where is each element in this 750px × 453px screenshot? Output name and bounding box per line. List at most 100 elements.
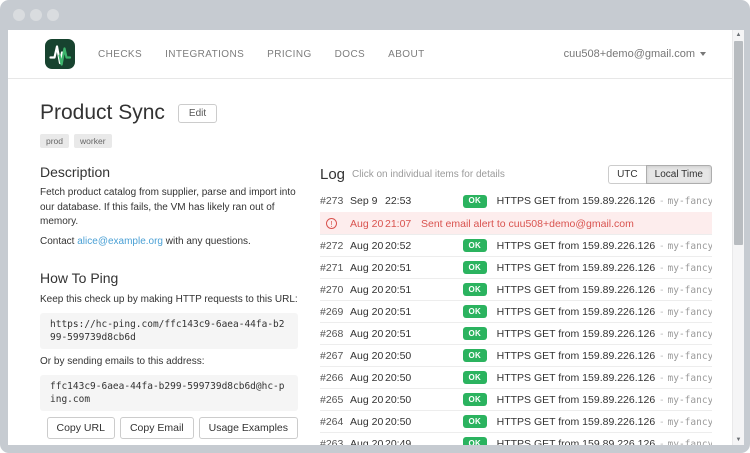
- log-detail: my-fancy-sy…: [668, 196, 712, 207]
- page-content: CHECKS INTEGRATIONS PRICING DOCS ABOUT c…: [8, 30, 732, 445]
- page-header: Product Sync Edit prod worker: [8, 79, 732, 149]
- ping-email-code: ffc143c9-6aea-44fa-b299-599739d8cb6d@hc-…: [40, 375, 298, 412]
- log-detail: my-fancy-sy…: [668, 351, 712, 362]
- pulse-logo-icon: [45, 39, 75, 69]
- log-separator: -: [660, 329, 663, 340]
- copy-email-button[interactable]: Copy Email: [120, 417, 194, 439]
- log-message: HTTPS GET from 159.89.226.126: [497, 306, 656, 318]
- account-menu[interactable]: cuu508+demo@gmail.com: [564, 48, 706, 60]
- log-detail: my-fancy-sy…: [668, 285, 712, 296]
- caret-down-icon: [700, 52, 706, 56]
- local-time-toggle-button[interactable]: Local Time: [646, 165, 712, 184]
- log-row[interactable]: #265 Aug 20 20:50 OK HTTPS GET from 159.…: [320, 388, 712, 410]
- log-row[interactable]: ! Aug 20 21:07 Sent email alert to cuu50…: [320, 212, 712, 234]
- log-row[interactable]: #269 Aug 20 20:51 OK HTTPS GET from 159.…: [320, 300, 712, 322]
- log-time: 20:51: [385, 262, 415, 274]
- log-row[interactable]: #272 Aug 20 20:52 OK HTTPS GET from 159.…: [320, 234, 712, 256]
- log-seq: #269: [320, 306, 350, 318]
- log-message: HTTPS GET from 159.89.226.126: [497, 262, 656, 274]
- log-time: 20:49: [385, 438, 415, 446]
- nav-item-checks[interactable]: CHECKS: [98, 49, 142, 60]
- scroll-up-icon[interactable]: ▲: [733, 31, 744, 39]
- ok-badge: OK: [463, 261, 487, 274]
- log-message-wrap: HTTPS GET from 159.89.226.126 - my-fancy…: [497, 195, 712, 207]
- log-time: 20:50: [385, 350, 415, 362]
- usage-examples-button[interactable]: Usage Examples: [199, 417, 298, 439]
- log-detail: my-fancy-sy…: [668, 373, 712, 384]
- window-close-icon[interactable]: [13, 9, 25, 21]
- description-body: Fetch product catalog from supplier, par…: [40, 186, 298, 230]
- log-separator: -: [660, 263, 663, 274]
- log-message-wrap: Sent email alert to cuu508+demo@gmail.co…: [421, 218, 634, 230]
- log-row[interactable]: #266 Aug 20 20:50 OK HTTPS GET from 159.…: [320, 366, 712, 388]
- log-message-wrap: HTTPS GET from 159.89.226.126 - my-fancy…: [497, 240, 712, 252]
- log-message: HTTPS GET from 159.89.226.126: [497, 416, 656, 428]
- ping-email-instruction: Or by sending emails to this address:: [40, 355, 298, 370]
- log-message-wrap: HTTPS GET from 159.89.226.126 - my-fancy…: [497, 350, 712, 362]
- log-date: Aug 20: [350, 262, 385, 274]
- top-navbar: CHECKS INTEGRATIONS PRICING DOCS ABOUT c…: [8, 30, 732, 79]
- how-to-ping-heading: How To Ping: [40, 271, 298, 285]
- log-date: Aug 20: [350, 218, 385, 230]
- ok-badge: OK: [463, 437, 487, 445]
- log-row[interactable]: #270 Aug 20 20:51 OK HTTPS GET from 159.…: [320, 278, 712, 300]
- log-row[interactable]: #268 Aug 20 20:51 OK HTTPS GET from 159.…: [320, 322, 712, 344]
- description-contact: Contact alice@example.org with any quest…: [40, 235, 298, 250]
- log-time: 20:51: [385, 328, 415, 340]
- ok-badge: OK: [463, 415, 487, 428]
- log-message-wrap: HTTPS GET from 159.89.226.126 - my-fancy…: [497, 262, 712, 274]
- vertical-scrollbar[interactable]: ▲ ▼: [732, 30, 744, 445]
- log-message-wrap: HTTPS GET from 159.89.226.126 - my-fancy…: [497, 372, 712, 384]
- log-message: HTTPS GET from 159.89.226.126: [497, 394, 656, 406]
- log-message: HTTPS GET from 159.89.226.126: [497, 328, 656, 340]
- log-date: Aug 20: [350, 416, 385, 428]
- log-message-wrap: HTTPS GET from 159.89.226.126 - my-fancy…: [497, 284, 712, 296]
- nav-item-pricing[interactable]: PRICING: [267, 49, 311, 60]
- log-detail: my-fancy-sy…: [668, 439, 712, 446]
- log-seq: #270: [320, 284, 350, 296]
- log-row[interactable]: #271 Aug 20 20:51 OK HTTPS GET from 159.…: [320, 256, 712, 278]
- contact-email-link[interactable]: alice@example.org: [77, 236, 163, 247]
- window-maximize-icon[interactable]: [47, 9, 59, 21]
- nav-item-docs[interactable]: DOCS: [335, 49, 366, 60]
- log-seq: #264: [320, 416, 350, 428]
- log-row[interactable]: #273 Sep 9 22:53 OK HTTPS GET from 159.8…: [320, 190, 712, 212]
- log-separator: -: [660, 417, 663, 428]
- log-heading: Log: [320, 166, 345, 183]
- log-separator: -: [660, 241, 663, 252]
- scrollbar-thumb[interactable]: [734, 41, 743, 245]
- utc-toggle-button[interactable]: UTC: [608, 165, 646, 184]
- browser-window: CHECKS INTEGRATIONS PRICING DOCS ABOUT c…: [0, 0, 750, 453]
- edit-button[interactable]: Edit: [178, 104, 217, 123]
- log-time: 20:50: [385, 372, 415, 384]
- ok-badge: OK: [463, 195, 487, 208]
- copy-url-button[interactable]: Copy URL: [47, 417, 115, 439]
- log-message: HTTPS GET from 159.89.226.126: [497, 372, 656, 384]
- brand-logo[interactable]: [45, 39, 75, 69]
- log-seq: #266: [320, 372, 350, 384]
- log-message-wrap: HTTPS GET from 159.89.226.126 - my-fancy…: [497, 394, 712, 406]
- log-message: HTTPS GET from 159.89.226.126: [497, 350, 656, 362]
- log-seq: #265: [320, 394, 350, 406]
- log-seq: #272: [320, 240, 350, 252]
- log-seq: #268: [320, 328, 350, 340]
- ping-actions: Copy URL Copy Email Usage Examples: [40, 417, 298, 439]
- log-column: Log Click on individual items for detail…: [320, 165, 722, 445]
- nav-item-integrations[interactable]: INTEGRATIONS: [165, 49, 244, 60]
- log-message-wrap: HTTPS GET from 159.89.226.126 - my-fancy…: [497, 416, 712, 428]
- window-minimize-icon[interactable]: [30, 9, 42, 21]
- log-row[interactable]: #263 Aug 20 20:49 OK HTTPS GET from 159.…: [320, 432, 712, 445]
- log-detail: my-fancy-sy…: [668, 307, 712, 318]
- ok-badge: OK: [463, 371, 487, 384]
- log-date: Aug 20: [350, 438, 385, 446]
- page-viewport: CHECKS INTEGRATIONS PRICING DOCS ABOUT c…: [8, 30, 744, 445]
- nav-item-about[interactable]: ABOUT: [388, 49, 424, 60]
- log-time: 22:53: [385, 195, 415, 207]
- scroll-down-icon[interactable]: ▼: [733, 436, 744, 444]
- log-row[interactable]: #264 Aug 20 20:50 OK HTTPS GET from 159.…: [320, 410, 712, 432]
- log-message-wrap: HTTPS GET from 159.89.226.126 - my-fancy…: [497, 438, 712, 446]
- log-row[interactable]: #267 Aug 20 20:50 OK HTTPS GET from 159.…: [320, 344, 712, 366]
- log-separator: -: [660, 373, 663, 384]
- log-seq: #273: [320, 195, 350, 207]
- log-message: HTTPS GET from 159.89.226.126: [497, 284, 656, 296]
